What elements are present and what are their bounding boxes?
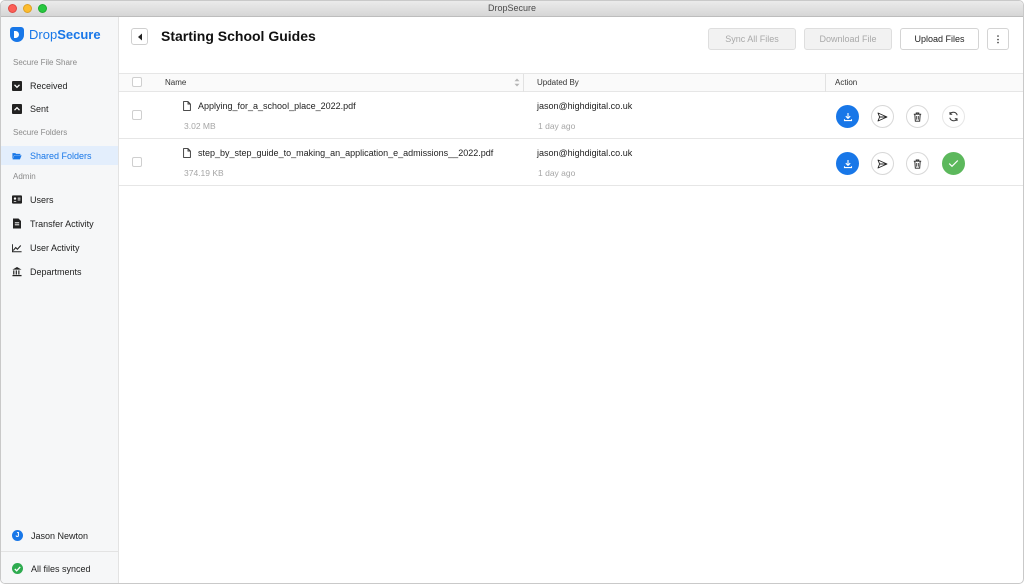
sidebar-item-label: Transfer Activity bbox=[30, 218, 94, 229]
window-title: DropSecure bbox=[487, 3, 537, 13]
file-name[interactable]: step_by_step_guide_to_making_an_applicat… bbox=[183, 148, 493, 158]
file-size: 374.19 KB bbox=[184, 168, 224, 178]
updated-time: 1 day ago bbox=[538, 121, 576, 131]
folder-open-icon bbox=[12, 151, 22, 161]
table-row[interactable]: step_by_step_guide_to_making_an_applicat… bbox=[119, 139, 1023, 186]
delete-button[interactable] bbox=[906, 105, 929, 128]
select-all-checkbox[interactable] bbox=[132, 77, 142, 87]
dropsecure-logo-icon bbox=[10, 27, 24, 42]
sidebar-item-transfer-activity[interactable]: Transfer Activity bbox=[1, 214, 118, 233]
trash-icon bbox=[913, 112, 922, 122]
sidebar-item-label: Received bbox=[30, 80, 68, 91]
column-divider bbox=[825, 74, 826, 92]
avatar: J bbox=[12, 530, 23, 541]
received-icon bbox=[12, 80, 22, 91]
sidebar-item-label: Departments bbox=[30, 266, 82, 277]
sync-button[interactable] bbox=[942, 105, 965, 128]
row-checkbox[interactable] bbox=[132, 157, 142, 167]
sent-icon bbox=[12, 103, 22, 114]
file-icon bbox=[183, 148, 191, 158]
sidebar: DropSecure Secure File Share Received Se… bbox=[1, 17, 119, 583]
section-label-folders: Secure Folders bbox=[13, 128, 68, 137]
column-header-action: Action bbox=[835, 78, 858, 87]
back-button[interactable] bbox=[131, 28, 148, 45]
updated-by: jason@highdigital.co.uk bbox=[537, 148, 633, 158]
brand-logo[interactable]: DropSecure bbox=[10, 27, 101, 42]
download-button[interactable] bbox=[836, 152, 859, 175]
checkmark-icon bbox=[948, 160, 959, 168]
sidebar-item-label: Shared Folders bbox=[30, 150, 92, 161]
file-name[interactable]: Applying_for_a_school_place_2022.pdf bbox=[183, 101, 356, 111]
sidebar-item-sent[interactable]: Sent bbox=[1, 99, 118, 118]
activity-chart-icon bbox=[12, 243, 22, 253]
sync-icon bbox=[949, 111, 958, 122]
sidebar-item-received[interactable]: Received bbox=[1, 76, 118, 95]
download-icon bbox=[843, 112, 852, 121]
sync-status: All files synced bbox=[1, 559, 118, 578]
sync-status-text: All files synced bbox=[31, 563, 91, 574]
sync-all-files-button[interactable]: Sync All Files bbox=[708, 28, 796, 50]
delete-button[interactable] bbox=[906, 152, 929, 175]
send-button[interactable] bbox=[871, 152, 894, 175]
send-button[interactable] bbox=[871, 105, 894, 128]
send-icon bbox=[877, 112, 888, 121]
upload-files-button[interactable]: Upload Files bbox=[900, 28, 979, 50]
sidebar-item-user-activity[interactable]: User Activity bbox=[1, 238, 118, 257]
table-row[interactable]: Applying_for_a_school_place_2022.pdf 3.0… bbox=[119, 92, 1023, 139]
transfer-document-icon bbox=[12, 218, 22, 229]
column-divider bbox=[523, 74, 524, 92]
more-options-button[interactable]: ⋮ bbox=[987, 28, 1009, 50]
updated-time: 1 day ago bbox=[538, 168, 576, 178]
file-name-text: Applying_for_a_school_place_2022.pdf bbox=[198, 101, 356, 111]
sidebar-item-label: Sent bbox=[30, 103, 49, 114]
file-name-text: step_by_step_guide_to_making_an_applicat… bbox=[198, 148, 494, 158]
column-header-name[interactable]: Name bbox=[165, 78, 186, 87]
users-icon bbox=[12, 195, 22, 205]
user-profile[interactable]: J Jason Newton bbox=[1, 526, 118, 545]
user-name: Jason Newton bbox=[31, 530, 89, 541]
file-icon bbox=[183, 101, 191, 111]
title-bar: DropSecure bbox=[1, 1, 1023, 17]
app-window: DropSecure DropSecure Secure File Share … bbox=[0, 0, 1024, 584]
download-button[interactable] bbox=[836, 105, 859, 128]
file-size: 3.02 MB bbox=[184, 121, 216, 131]
row-checkbox[interactable] bbox=[132, 110, 142, 120]
main-content: Starting School Guides Sync All Files Do… bbox=[119, 17, 1023, 583]
sidebar-item-departments[interactable]: Departments bbox=[1, 262, 118, 281]
sidebar-divider bbox=[1, 551, 118, 552]
sidebar-item-label: Users bbox=[30, 194, 54, 205]
download-file-button[interactable]: Download File bbox=[804, 28, 892, 50]
trash-icon bbox=[913, 159, 922, 169]
brand-name: DropSecure bbox=[29, 27, 101, 42]
synced-status-button[interactable] bbox=[942, 152, 965, 175]
section-label-admin: Admin bbox=[13, 172, 36, 181]
check-circle-icon bbox=[12, 563, 23, 574]
sidebar-item-users[interactable]: Users bbox=[1, 190, 118, 209]
sort-icon[interactable] bbox=[514, 78, 520, 89]
column-header-updated-by: Updated By bbox=[537, 78, 579, 87]
sidebar-item-label: User Activity bbox=[30, 242, 80, 253]
caret-left-icon bbox=[137, 33, 142, 40]
updated-by: jason@highdigital.co.uk bbox=[537, 101, 633, 111]
bank-building-icon bbox=[12, 266, 22, 277]
send-icon bbox=[877, 159, 888, 168]
sidebar-item-shared-folders[interactable]: Shared Folders bbox=[1, 146, 118, 165]
page-title: Starting School Guides bbox=[161, 28, 316, 44]
download-icon bbox=[843, 159, 852, 168]
section-label-file-share: Secure File Share bbox=[13, 58, 78, 67]
table-header: Name Updated By Action bbox=[119, 73, 1023, 92]
